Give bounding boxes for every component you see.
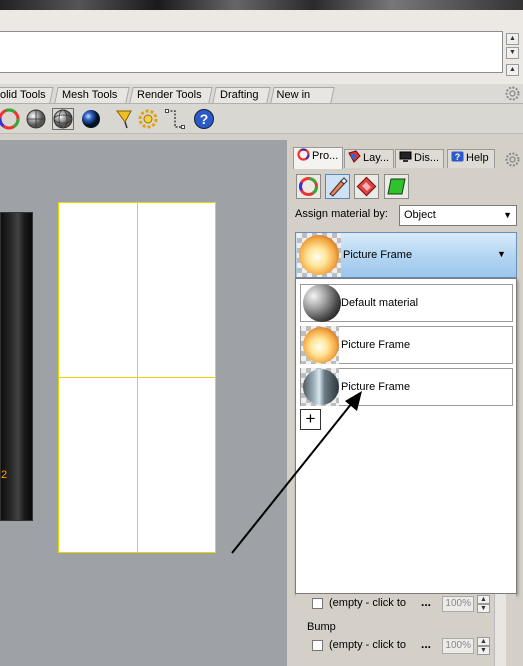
texture-amount-field[interactable]: 100%: [442, 596, 474, 612]
material-item-label: Picture Frame: [341, 339, 411, 351]
texture-amount-down[interactable]: ▼: [477, 604, 490, 613]
tab-solid-tools[interactable]: olid Tools: [0, 87, 54, 103]
picture-frame-sphere-icon: [303, 327, 339, 363]
command-scroll-down[interactable]: ▼: [506, 47, 519, 59]
material-button[interactable]: [325, 174, 350, 199]
tab-drafting[interactable]: Drafting: [212, 87, 271, 103]
tab-display[interactable]: Dis...: [395, 149, 444, 168]
sphere-blue-icon[interactable]: [80, 108, 102, 130]
material-icon: [329, 177, 348, 197]
material-item-picture-frame[interactable]: Picture Frame: [300, 326, 513, 364]
properties-icon: [297, 148, 310, 161]
bump-amount-up[interactable]: ▲: [477, 637, 490, 646]
display-icon: [399, 151, 412, 162]
bump-browse-button[interactable]: ...: [421, 637, 431, 651]
dimension-icon[interactable]: [164, 108, 186, 130]
command-area: ▲ ▼ ▲: [0, 10, 523, 84]
texture-mapping-icon: [387, 178, 406, 195]
dark-image-object[interactable]: 2: [0, 212, 33, 521]
object-properties-icon: [299, 177, 318, 196]
object-label: 2: [1, 469, 8, 481]
svg-text:?: ?: [455, 152, 461, 162]
material-item-default[interactable]: Default material: [300, 284, 513, 322]
help-icon: ?: [451, 151, 464, 162]
help-icon[interactable]: ?: [193, 108, 215, 130]
gear-sun-icon[interactable]: [137, 108, 159, 130]
tab-help[interactable]: ? Help: [447, 149, 495, 168]
assign-material-select[interactable]: Object ▼: [399, 205, 517, 226]
material-list-popup: Default material Picture Frame Picture F…: [295, 278, 517, 594]
toolbar-settings-gear-icon[interactable]: [505, 86, 520, 101]
material-item-picture-frame-2[interactable]: Picture Frame: [300, 368, 513, 406]
texture-mapping-button[interactable]: [384, 174, 409, 199]
layers-icon: [348, 150, 361, 163]
selected-material-label: Picture Frame: [343, 249, 413, 261]
texture-amount-up[interactable]: ▲: [477, 595, 490, 604]
tab-new-in-v5[interactable]: New in V5: [270, 87, 335, 115]
bump-checkbox[interactable]: [312, 640, 323, 651]
bump-slot-label[interactable]: (empty - click to: [329, 639, 406, 651]
command-input-scroll[interactable]: ▲: [506, 64, 519, 76]
texture-slot-label[interactable]: (empty - click to: [329, 597, 406, 609]
tab-layers[interactable]: Lay...: [344, 149, 394, 168]
object-properties-button[interactable]: [296, 174, 321, 199]
toolbar-tab-row: olid Tools Mesh Tools Render Tools Draft…: [0, 84, 523, 115]
bump-heading: Bump: [307, 621, 336, 633]
texture-checkbox[interactable]: [312, 598, 323, 609]
tab-properties[interactable]: Pro...: [293, 147, 343, 169]
default-material-sphere-icon: [303, 284, 341, 322]
sphere-grid-icon[interactable]: [52, 108, 74, 130]
sphere-shade-icon[interactable]: [25, 108, 47, 130]
assign-material-value: Object: [404, 209, 436, 221]
frame-horizontal-line: [59, 377, 215, 378]
add-material-button[interactable]: +: [300, 409, 321, 430]
material-item-label: Default material: [341, 297, 419, 309]
picture-frame-steel-sphere-icon: [303, 369, 339, 405]
decal-button[interactable]: [354, 174, 379, 199]
render-toolbar: ?: [0, 104, 523, 134]
material-dropdown[interactable]: Picture Frame ▼: [295, 232, 517, 278]
bump-amount-field[interactable]: 100%: [442, 638, 474, 654]
spotlight-icon[interactable]: [113, 108, 135, 130]
texture-browse-button[interactable]: ...: [421, 595, 431, 609]
command-scroll-up[interactable]: ▲: [506, 33, 519, 45]
tab-render-tools[interactable]: Render Tools: [129, 87, 213, 103]
tab-mesh-tools[interactable]: Mesh Tools: [54, 87, 130, 103]
color-wheel-icon[interactable]: [0, 108, 20, 130]
bump-amount-down[interactable]: ▼: [477, 646, 490, 655]
panel-settings-gear-icon[interactable]: [505, 152, 520, 167]
properties-scrollbar[interactable]: [494, 594, 506, 666]
picture-frame-sphere-icon: [299, 235, 339, 275]
svg-text:?: ?: [200, 111, 209, 127]
picture-frame-object[interactable]: [58, 202, 216, 553]
chevron-down-icon: ▼: [497, 249, 506, 259]
chevron-down-icon: ▼: [503, 210, 512, 220]
assign-material-label: Assign material by:: [295, 208, 388, 220]
command-history: [0, 31, 503, 73]
decal-icon: [356, 176, 377, 197]
material-item-label: Picture Frame: [341, 381, 411, 393]
window-title-strip: [0, 0, 523, 10]
